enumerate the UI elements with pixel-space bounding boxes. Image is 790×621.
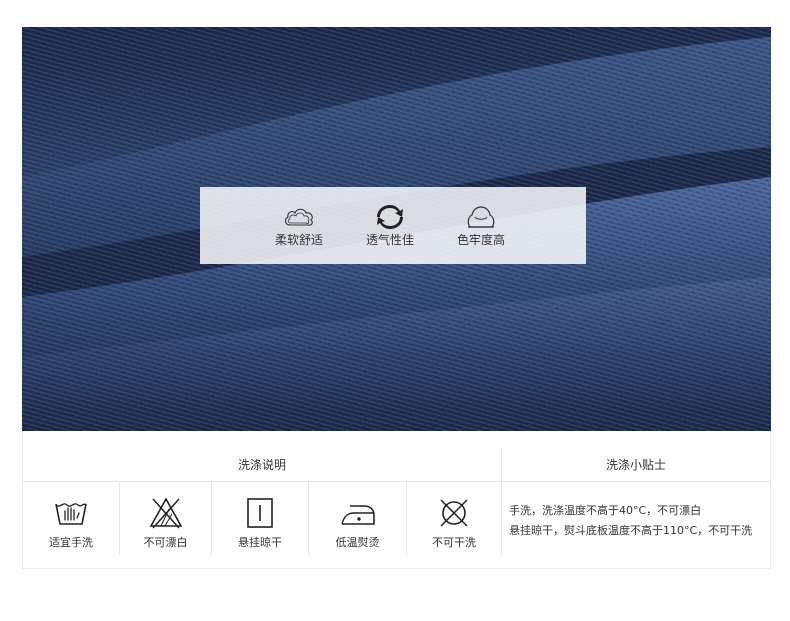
care-symbol-label: 不可漂白 (143, 536, 188, 549)
feature-soft: 柔软舒适 (254, 203, 344, 248)
feature-colorfast: 色牢度高 (436, 203, 526, 248)
feature-label: 柔软舒适 (274, 233, 323, 247)
cloud-icon (285, 208, 313, 226)
care-symbol-no-bleach: 不可漂白 (120, 482, 211, 555)
care-instructions-table: 洗涤说明 洗涤小贴士 适宜手洗 不可漂白 悬挂晾干 低温熨烫 不可干洗 手洗，洗… (22, 431, 771, 569)
care-symbol-label: 不可干洗 (432, 536, 476, 549)
hang-dry-icon (247, 498, 273, 528)
care-symbol-hang-dry: 悬挂晾干 (212, 482, 308, 555)
no-dry-clean-icon (440, 499, 468, 527)
feature-label: 色牢度高 (456, 233, 505, 247)
low-iron-icon (340, 505, 375, 525)
wash-tips-text: 手洗，洗涤温度不高于40°C，不可漂白 悬挂晾干，熨斗底板温度不高于110°C，… (509, 501, 771, 541)
wash-instructions-title: 洗涤说明 (237, 458, 286, 472)
feature-overlay: 柔软舒适 透气性佳 色牢度高 (200, 187, 586, 264)
recycle-arrows-icon (377, 205, 403, 229)
feature-breathable: 透气性佳 (345, 203, 435, 248)
care-symbol-label: 悬挂晾干 (238, 536, 282, 549)
wash-tips-title: 洗涤小贴士 (605, 458, 666, 472)
care-symbol-no-dry-clean: 不可干洗 (407, 482, 501, 555)
hand-wash-icon (55, 503, 87, 525)
no-bleach-icon (149, 497, 182, 529)
feature-label: 透气性佳 (365, 233, 414, 247)
care-symbol-hand-wash: 适宜手洗 (23, 482, 119, 555)
care-symbol-label: 适宜手洗 (49, 536, 93, 549)
care-symbol-label: 低温熨烫 (335, 536, 380, 549)
sweater-icon (467, 206, 495, 228)
column-divider (501, 449, 502, 555)
care-symbol-low-iron: 低温熨烫 (309, 482, 406, 555)
wash-tip-line: 手洗，洗涤温度不高于40°C，不可漂白 (509, 504, 702, 517)
wash-tip-line: 悬挂晾干，熨斗底板温度不高于110°C，不可干洗 (509, 524, 753, 537)
